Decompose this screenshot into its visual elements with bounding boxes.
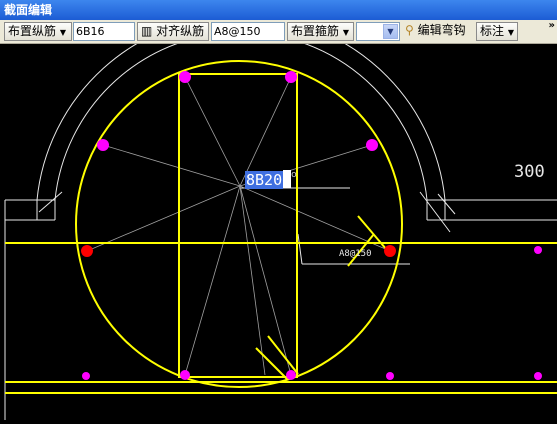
rebar-dot xyxy=(366,139,378,151)
rebar-dot xyxy=(386,372,394,380)
rebar-dot xyxy=(180,370,190,380)
text-caret xyxy=(283,170,292,188)
rebar-dot-active xyxy=(81,245,93,257)
outer-arc-line xyxy=(36,14,446,201)
toolbar-overflow-icon[interactable]: » xyxy=(549,20,555,31)
stirrup-hook xyxy=(255,347,289,381)
hook-tool-icon: ⚲ xyxy=(405,23,414,37)
radial-line xyxy=(184,76,241,187)
rebar-dot xyxy=(97,139,109,151)
dimension-label: 300 xyxy=(514,162,545,182)
rebar-spec-editbox[interactable]: 8B20 о xyxy=(245,170,297,189)
circular-section-outline xyxy=(75,60,403,388)
hook-tick xyxy=(38,191,63,213)
dropdown-arrow-icon: ▼ xyxy=(507,28,514,37)
place-longitudinal-button[interactable]: 布置纵筋 ▼ xyxy=(4,22,72,41)
hook-tick xyxy=(437,193,456,215)
align-columns-icon: ▥ xyxy=(141,24,153,38)
dropdown-arrow-icon: ▼ xyxy=(59,28,66,37)
rebar-dot xyxy=(534,246,542,254)
rebar-dot xyxy=(534,372,542,380)
annotate-label: 标注 xyxy=(480,24,505,38)
radial-line xyxy=(239,185,292,376)
align-longitudinal-button[interactable]: ▥ 对齐纵筋 xyxy=(137,22,209,41)
stirrup-type-select[interactable]: ▼ xyxy=(356,22,400,41)
radial-line xyxy=(86,185,241,252)
stirrup-spec-input[interactable]: A8@150 xyxy=(211,22,285,41)
rebar-spec-tail: о xyxy=(291,170,297,180)
dropdown-arrow-icon: ▼ xyxy=(342,28,349,37)
edit-hook-button[interactable]: ⚲ 编辑弯钩 xyxy=(403,22,475,41)
place-stirrup-label: 布置箍筋 xyxy=(291,24,340,38)
rebar-spec-value[interactable]: 8B20 xyxy=(245,171,284,189)
place-longitudinal-label: 布置纵筋 xyxy=(8,24,57,38)
toolbar: 布置纵筋 ▼ 6B16 ▥ 对齐纵筋 A8@150 布置箍筋 ▼ ▼ ⚲ 编辑弯… xyxy=(0,20,557,44)
annotate-button[interactable]: 标注 ▼ xyxy=(476,22,518,41)
place-stirrup-button[interactable]: 布置箍筋 ▼ xyxy=(287,22,354,41)
rebar-dot xyxy=(179,71,191,83)
rebar-dot-active xyxy=(384,245,396,257)
chevron-down-icon[interactable]: ▼ xyxy=(383,24,398,39)
radial-line xyxy=(102,144,241,187)
rebar-dot xyxy=(286,370,296,380)
section-canvas[interactable]: 8B20 о 300 A8@150 xyxy=(0,14,557,420)
rebar-dot xyxy=(82,372,90,380)
longitudinal-input[interactable]: 6B16 xyxy=(73,22,135,41)
window-title: 截面编辑 xyxy=(0,0,557,20)
leader-line xyxy=(297,233,303,265)
radial-line xyxy=(239,185,266,376)
section-drawing xyxy=(4,14,557,420)
stirrup-annotation: A8@150 xyxy=(339,249,372,259)
stirrup-hook xyxy=(267,335,299,375)
rebar-dot xyxy=(285,71,297,83)
radial-line xyxy=(184,185,241,376)
align-longitudinal-label: 对齐纵筋 xyxy=(156,24,205,38)
edit-hook-label: 编辑弯钩 xyxy=(417,23,466,37)
